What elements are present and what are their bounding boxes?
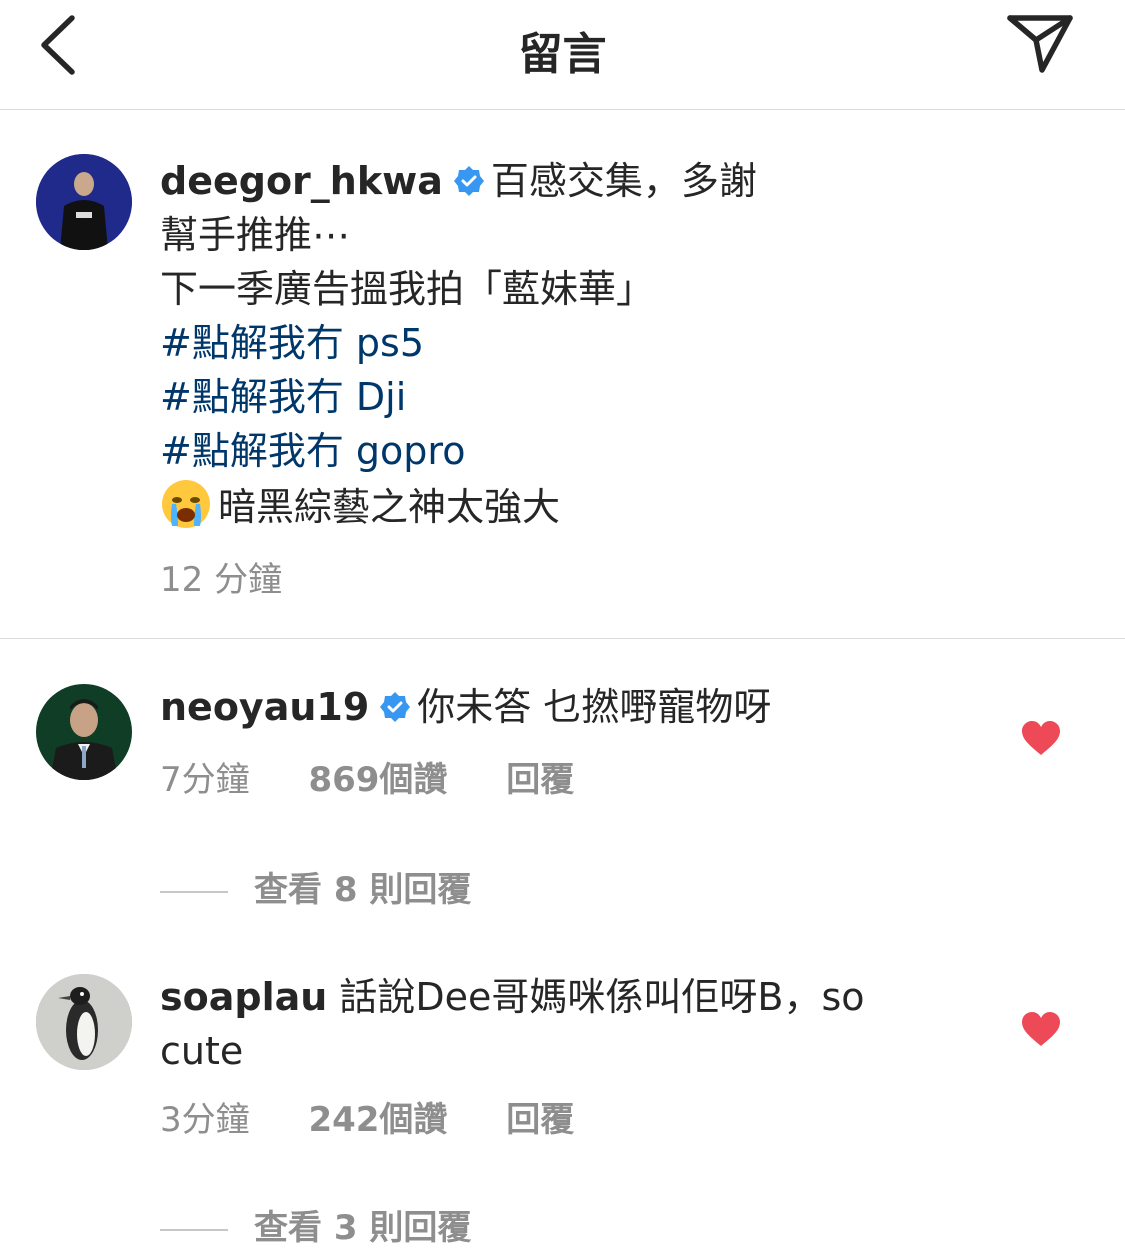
page-title: 留言 bbox=[518, 29, 607, 80]
view-replies-label: 查看 8 則回覆 bbox=[254, 870, 472, 910]
caption-text-first: 百感交集，多謝 bbox=[490, 159, 757, 203]
reply-button[interactable]: 回覆 bbox=[506, 1092, 574, 1141]
view-replies-button[interactable]: 查看 3 則回覆 bbox=[160, 1200, 471, 1250]
comment-username[interactable]: neoyau19 bbox=[160, 685, 369, 729]
timestamp: 12 分鐘 bbox=[160, 560, 283, 600]
heart-icon bbox=[1022, 1012, 1060, 1046]
comment-body: 你未答 乜撚嘢寵物呀 bbox=[417, 685, 772, 729]
paper-plane-icon bbox=[1007, 15, 1073, 73]
heart-icon bbox=[1022, 721, 1060, 755]
like-button[interactable] bbox=[1021, 1012, 1061, 1048]
comment-meta: 3分鐘 242個讚 回覆 bbox=[160, 1092, 622, 1141]
comment-text: soaplau 話說Dee哥媽咪係叫佢呀B，so cute bbox=[160, 970, 940, 1078]
caption-line: 下一季廣告搵我拍「藍妹華」 bbox=[160, 267, 655, 311]
hashtag-link[interactable]: #點解我冇 Dji bbox=[160, 370, 940, 424]
caption-username[interactable]: deegor_hkwa bbox=[160, 159, 443, 203]
hashtag-link[interactable]: #點解我冇 ps5 bbox=[160, 316, 940, 370]
caption-text: deegor_hkwa 百感交集，多謝 幫手推推⋯ 下一季廣告搵我拍「藍妹華」 #… bbox=[160, 154, 940, 534]
top-bar: 留言 bbox=[0, 0, 1125, 110]
view-replies-label: 查看 3 則回覆 bbox=[254, 1208, 472, 1248]
likes-count[interactable]: 869個讚 bbox=[308, 752, 447, 801]
comment-text: neoyau19 你未答 乜撚嘢寵物呀 bbox=[160, 680, 940, 734]
avatar[interactable] bbox=[36, 974, 132, 1070]
share-button[interactable] bbox=[1004, 10, 1076, 76]
verified-badge-icon bbox=[453, 165, 485, 197]
comment-body: 話說Dee哥媽咪係叫佢呀B，so bbox=[339, 975, 865, 1019]
verified-badge-icon bbox=[379, 691, 411, 723]
comment-body-continued: cute bbox=[160, 1029, 244, 1073]
caption-last-line: 暗黑綜藝之神太強大 bbox=[218, 485, 561, 529]
like-button[interactable] bbox=[1021, 721, 1061, 757]
timestamp: 7分鐘 bbox=[160, 760, 250, 800]
crying-face-icon bbox=[160, 478, 212, 530]
reply-button[interactable]: 回覆 bbox=[506, 752, 574, 801]
hashtag-link[interactable]: #點解我冇 gopro bbox=[160, 424, 940, 478]
avatar[interactable] bbox=[36, 684, 132, 780]
view-replies-button[interactable]: 查看 8 則回覆 bbox=[160, 862, 471, 912]
timestamp: 3分鐘 bbox=[160, 1100, 250, 1140]
caption-meta: 12 分鐘 bbox=[160, 552, 330, 601]
divider-line bbox=[160, 890, 228, 893]
likes-count[interactable]: 242個讚 bbox=[308, 1092, 447, 1141]
caption-line: 幫手推推⋯ bbox=[160, 213, 351, 257]
divider-line bbox=[160, 1228, 228, 1231]
avatar[interactable] bbox=[36, 154, 132, 250]
post-caption: deegor_hkwa 百感交集，多謝 幫手推推⋯ 下一季廣告搵我拍「藍妹華」 #… bbox=[0, 110, 1125, 639]
comment-username[interactable]: soaplau bbox=[160, 975, 327, 1019]
comment-meta: 7分鐘 869個讚 回覆 bbox=[160, 752, 622, 801]
